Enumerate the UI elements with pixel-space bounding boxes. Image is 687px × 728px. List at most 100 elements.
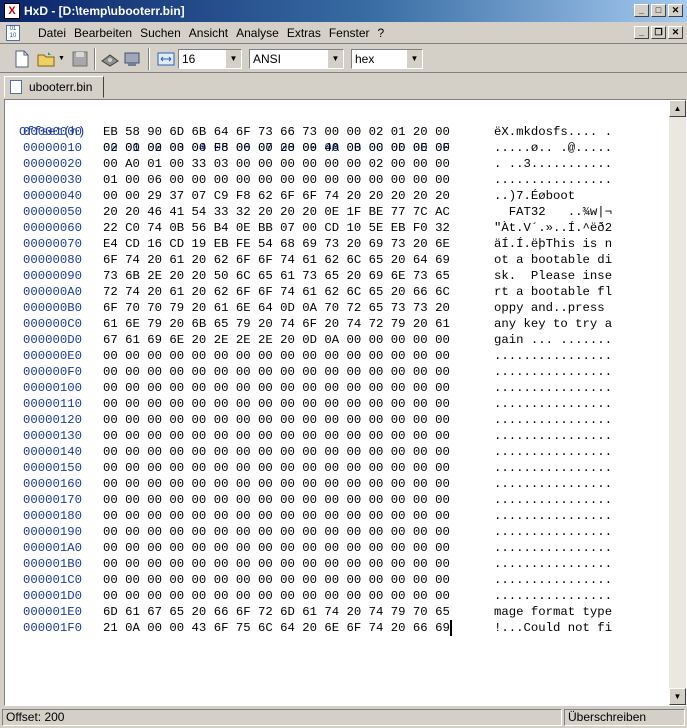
- row-ascii[interactable]: ................: [494, 524, 612, 540]
- open-folder-icon[interactable]: [36, 49, 56, 69]
- chevron-down-icon[interactable]: ▼: [327, 50, 343, 68]
- hxd-app-icon[interactable]: X: [4, 3, 20, 19]
- row-hex[interactable]: EB 58 90 6D 6B 64 6F 73 66 73 00 00 02 0…: [103, 124, 450, 140]
- row-ascii[interactable]: mage format type: [494, 604, 612, 620]
- document-icon[interactable]: 01 10: [6, 25, 20, 41]
- row-hex[interactable]: 00 00 00 00 00 00 00 00 00 00 00 00 00 0…: [103, 396, 450, 412]
- row-hex[interactable]: 61 6E 79 20 6B 65 79 20 74 6F 20 74 72 7…: [103, 316, 450, 332]
- hex-editor[interactable]: Offset(h) 00 01 02 03 04 05 06 07 08 09 …: [4, 99, 687, 706]
- row-ascii[interactable]: FAT32 ..¾w|¬: [494, 204, 612, 220]
- open-ram-icon[interactable]: [122, 49, 142, 69]
- row-ascii[interactable]: ................: [494, 476, 612, 492]
- row-hex[interactable]: 00 00 00 00 00 00 00 00 00 00 00 00 00 0…: [103, 476, 450, 492]
- open-disk-icon[interactable]: [100, 49, 120, 69]
- menu-help[interactable]: ?: [374, 22, 389, 44]
- row-hex[interactable]: 00 00 00 00 00 00 00 00 00 00 00 00 00 0…: [103, 588, 450, 604]
- row-ascii[interactable]: ................: [494, 396, 612, 412]
- row-hex[interactable]: E4 CD 16 CD 19 EB FE 54 68 69 73 20 69 7…: [103, 236, 450, 252]
- menu-ansicht[interactable]: Ansicht: [185, 22, 232, 44]
- row-ascii[interactable]: ................: [494, 460, 612, 476]
- row-hex[interactable]: 22 C0 74 0B 56 B4 0E BB 07 00 CD 10 5E E…: [103, 220, 450, 236]
- row-hex[interactable]: 00 00 29 37 07 C9 F8 62 6F 6F 74 20 20 2…: [103, 188, 450, 204]
- row-hex[interactable]: 6F 74 20 61 20 62 6F 6F 74 61 62 6C 65 2…: [103, 252, 450, 268]
- row-ascii[interactable]: oppy and..press: [494, 300, 612, 316]
- row-hex[interactable]: 00 00 00 00 00 00 00 00 00 00 00 00 00 0…: [103, 540, 450, 556]
- menu-datei[interactable]: Datei: [34, 22, 70, 44]
- row-ascii[interactable]: ................: [494, 540, 612, 556]
- row-ascii[interactable]: ot a bootable di: [494, 252, 612, 268]
- close-button[interactable]: ✕: [668, 4, 683, 17]
- row-ascii[interactable]: ................: [494, 444, 612, 460]
- row-hex[interactable]: 00 00 00 00 00 00 00 00 00 00 00 00 00 0…: [103, 460, 450, 476]
- row-ascii[interactable]: ..)7.Éøboot: [494, 188, 612, 204]
- row-ascii[interactable]: ................: [494, 588, 612, 604]
- row-hex[interactable]: 00 00 00 00 00 00 00 00 00 00 00 00 00 0…: [103, 380, 450, 396]
- row-ascii[interactable]: . ..3...........: [494, 156, 612, 172]
- row-ascii[interactable]: ................: [494, 428, 612, 444]
- row-ascii[interactable]: ................: [494, 556, 612, 572]
- menu-bearbeiten[interactable]: Bearbeiten: [70, 22, 136, 44]
- row-ascii[interactable]: "Àt.V´.»..Í.^ëð2: [494, 220, 612, 236]
- maximize-button[interactable]: □: [651, 4, 666, 17]
- row-ascii[interactable]: any key to try a: [494, 316, 612, 332]
- charset-select[interactable]: ANSI ▼: [249, 49, 344, 69]
- row-ascii[interactable]: sk. Please inse: [494, 268, 612, 284]
- status-edit-mode[interactable]: Überschreiben: [564, 709, 685, 726]
- row-hex[interactable]: 21 0A 00 00 43 6F 75 6C 64 20 6E 6F 74 2…: [103, 620, 452, 636]
- chevron-down-icon[interactable]: ▼: [225, 50, 241, 68]
- row-hex[interactable]: 00 00 00 00 00 00 00 00 00 00 00 00 00 0…: [103, 428, 450, 444]
- row-hex[interactable]: 67 61 69 6E 20 2E 2E 2E 20 0D 0A 00 00 0…: [103, 332, 450, 348]
- scroll-down-icon[interactable]: ▼: [669, 688, 686, 705]
- chevron-down-icon[interactable]: ▼: [406, 50, 422, 68]
- menu-analyse[interactable]: Analyse: [232, 22, 283, 44]
- minimize-button[interactable]: _: [634, 4, 649, 17]
- scroll-up-icon[interactable]: ▲: [669, 100, 686, 117]
- bytes-per-row-select[interactable]: 16 ▼: [178, 49, 242, 69]
- mdi-close-button[interactable]: ✕: [668, 26, 683, 39]
- mdi-minimize-button[interactable]: _: [634, 26, 649, 39]
- row-hex[interactable]: 6D 61 67 65 20 66 6F 72 6D 61 74 20 74 7…: [103, 604, 450, 620]
- row-ascii[interactable]: !...Could not fi: [494, 620, 612, 636]
- row-hex[interactable]: 00 00 00 00 00 00 00 00 00 00 00 00 00 0…: [103, 492, 450, 508]
- row-hex[interactable]: 00 00 00 00 00 00 00 00 00 00 00 00 00 0…: [103, 508, 450, 524]
- row-hex[interactable]: 00 00 00 00 00 00 00 00 00 00 00 00 00 0…: [103, 524, 450, 540]
- menu-suchen[interactable]: Suchen: [136, 22, 185, 44]
- title-bar[interactable]: X HxD - [D:\temp\ubooterr.bin] _ □ ✕: [0, 0, 687, 22]
- row-ascii[interactable]: ................: [494, 348, 612, 364]
- new-file-icon[interactable]: [12, 49, 32, 69]
- tab-ubooterr[interactable]: ubooterr.bin: [4, 76, 104, 98]
- row-ascii[interactable]: ................: [494, 572, 612, 588]
- row-hex[interactable]: 00 00 00 00 00 00 00 00 00 00 00 00 00 0…: [103, 364, 450, 380]
- menu-extras[interactable]: Extras: [283, 22, 325, 44]
- display-mode-select[interactable]: hex ▼: [351, 49, 423, 69]
- row-ascii[interactable]: äÍ.Í.ëþThis is n: [494, 236, 612, 252]
- row-ascii[interactable]: rt a bootable fl: [494, 284, 612, 300]
- row-ascii[interactable]: ................: [494, 172, 612, 188]
- hex-content[interactable]: Offset(h) 00 01 02 03 04 05 06 07 08 09 …: [5, 100, 668, 705]
- row-offset: 00000160: [23, 477, 83, 491]
- row-hex[interactable]: 00 00 00 00 00 00 00 00 00 00 00 00 00 0…: [103, 412, 450, 428]
- row-ascii[interactable]: ................: [494, 380, 612, 396]
- menu-fenster[interactable]: Fenster: [325, 22, 374, 44]
- row-hex[interactable]: 20 20 46 41 54 33 32 20 20 20 0E 1F BE 7…: [103, 204, 450, 220]
- row-hex[interactable]: 00 00 00 00 00 00 00 00 00 00 00 00 00 0…: [103, 444, 450, 460]
- row-ascii[interactable]: gain ... .......: [494, 332, 612, 348]
- vertical-scrollbar[interactable]: ▲ ▼: [669, 100, 686, 705]
- row-ascii[interactable]: .....ø.. .@.....: [494, 140, 612, 156]
- row-hex[interactable]: 00 00 00 00 00 00 00 00 00 00 00 00 00 0…: [103, 572, 450, 588]
- row-hex[interactable]: 00 00 00 00 00 00 00 00 00 00 00 00 00 0…: [103, 348, 450, 364]
- save-disk-icon[interactable]: [70, 49, 90, 69]
- row-ascii[interactable]: ................: [494, 412, 612, 428]
- row-hex[interactable]: 73 6B 2E 20 20 50 6C 65 61 73 65 20 69 6…: [103, 268, 450, 284]
- mdi-restore-button[interactable]: ❐: [651, 26, 666, 39]
- row-hex[interactable]: 01 00 06 00 00 00 00 00 00 00 00 00 00 0…: [103, 172, 450, 188]
- row-hex[interactable]: 00 A0 01 00 33 03 00 00 00 00 00 00 02 0…: [103, 156, 450, 172]
- row-hex[interactable]: 72 74 20 61 20 62 6F 6F 74 61 62 6C 65 2…: [103, 284, 450, 300]
- row-ascii[interactable]: ................: [494, 492, 612, 508]
- row-hex[interactable]: 02 00 00 00 00 F8 00 00 20 00 40 00 00 0…: [103, 140, 450, 156]
- row-ascii[interactable]: ................: [494, 508, 612, 524]
- row-hex[interactable]: 00 00 00 00 00 00 00 00 00 00 00 00 00 0…: [103, 556, 450, 572]
- row-hex[interactable]: 6F 70 70 79 20 61 6E 64 0D 0A 70 72 65 7…: [103, 300, 450, 316]
- row-ascii[interactable]: ëX.mkdosfs.... .: [494, 124, 612, 140]
- row-ascii[interactable]: ................: [494, 364, 612, 380]
